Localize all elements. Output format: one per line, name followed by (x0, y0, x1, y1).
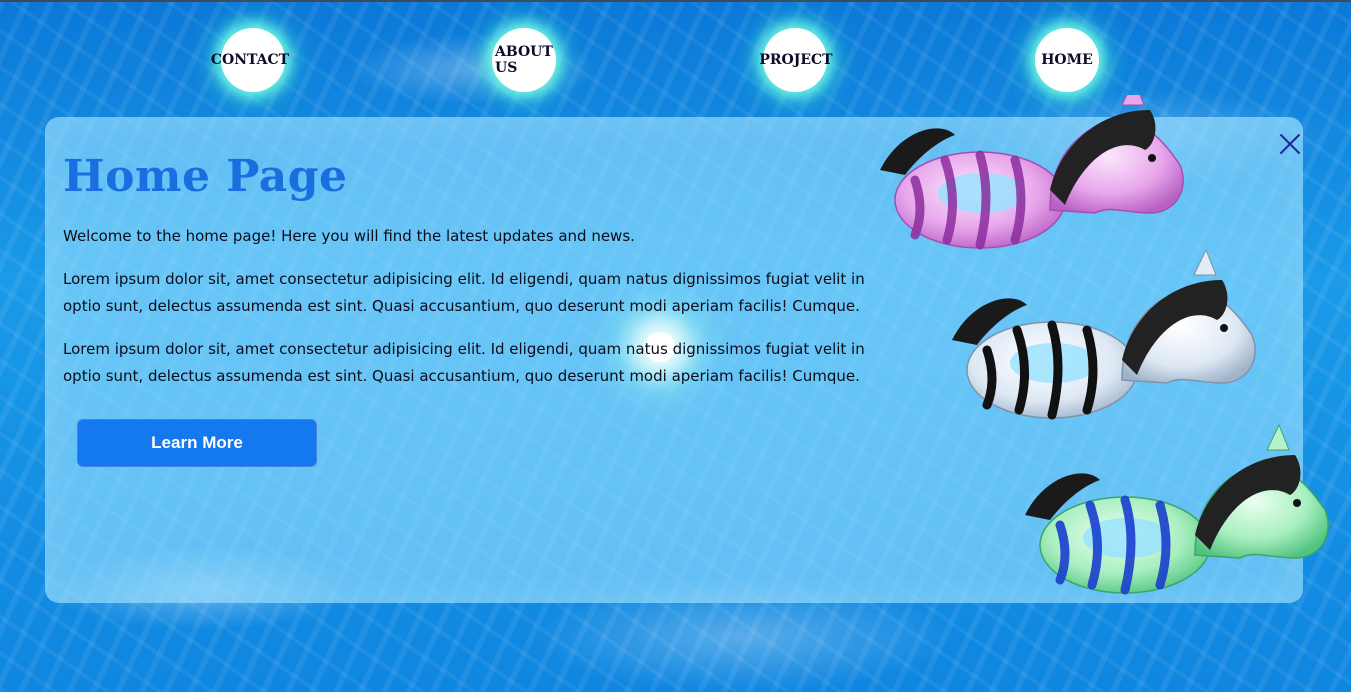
nav-item-label: HOME (1041, 52, 1093, 68)
white-horse-float (952, 248, 1256, 420)
body-paragraph: Lorem ipsum dolor sit, amet consectetur … (63, 340, 865, 385)
close-icon[interactable] (1278, 132, 1302, 156)
window-top-border (0, 0, 1351, 2)
nav-item-label: PROJECT (759, 52, 833, 68)
learn-more-button[interactable]: Learn More (77, 419, 317, 467)
page-title: Home Page (63, 151, 348, 202)
pink-horse-float (880, 95, 1184, 250)
horse-pool-float-illustration (880, 95, 1329, 595)
nav-item-home[interactable]: HOME (1035, 28, 1099, 92)
nav-item-about-us[interactable]: ABOUT US (492, 28, 556, 92)
green-horse-float (1025, 423, 1329, 595)
nav-item-contact[interactable]: CONTACT (211, 28, 289, 92)
nav-item-label: CONTACT (210, 52, 290, 68)
intro-text: Welcome to the home page! Here you will … (63, 227, 635, 245)
nav-item-label: ABOUT US (495, 44, 553, 76)
body-paragraph: Lorem ipsum dolor sit, amet consectetur … (63, 270, 865, 315)
nav-item-project[interactable]: PROJECT (759, 28, 833, 92)
